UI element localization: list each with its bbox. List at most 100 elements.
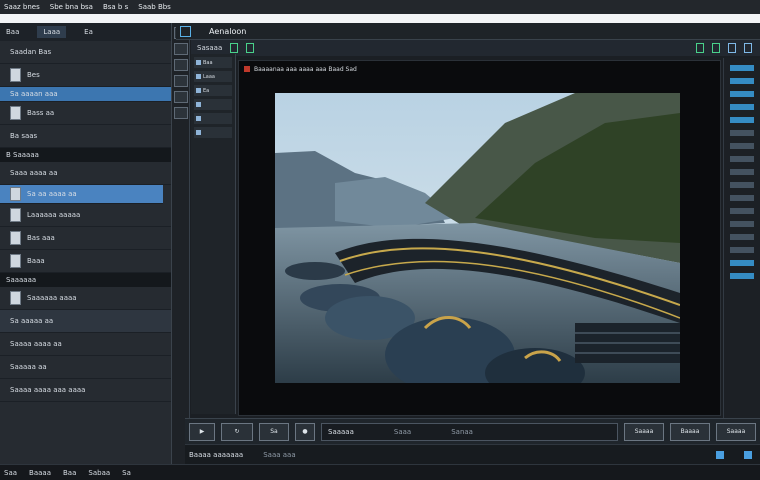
list-item[interactable]: Saaaa aaaa aa xyxy=(0,333,171,356)
list-item[interactable]: Saaaaa aa xyxy=(0,356,171,379)
rail-button[interactable] xyxy=(730,182,754,188)
thumbnail xyxy=(10,106,21,120)
menu-item-2[interactable]: Sbe bna bsa xyxy=(50,3,93,11)
nav-item-label: Ea xyxy=(203,87,210,94)
rail-button[interactable] xyxy=(730,78,754,84)
nav-item[interactable]: Laaa xyxy=(194,71,232,82)
rail-button[interactable] xyxy=(730,169,754,175)
rail-button[interactable] xyxy=(730,208,754,214)
rail-button[interactable] xyxy=(730,117,754,123)
tool-column xyxy=(172,23,190,464)
list-item-label: Saaaa aaaa aaa aaaa xyxy=(10,386,86,394)
nav-item-label: Laaa xyxy=(203,73,215,80)
bottom-item[interactable]: Baa xyxy=(63,469,76,477)
toggle-icon[interactable] xyxy=(744,43,752,53)
status-left: Baaaa aaaaaaa xyxy=(189,450,244,459)
list-item[interactable]: Saaaa aaaa aaa aaaa xyxy=(0,379,171,402)
rail-button[interactable] xyxy=(730,91,754,97)
control-button[interactable]: Saaaa xyxy=(624,422,664,441)
bottom-item[interactable]: Baaaa xyxy=(29,469,51,477)
tool-icon[interactable] xyxy=(173,75,188,87)
list-item-label: Laaaaaa aaaaa xyxy=(27,211,81,219)
rail-button[interactable] xyxy=(730,104,754,110)
toggle-icon[interactable] xyxy=(696,43,704,53)
nav-icon xyxy=(196,116,201,121)
list-item-label: Saaaaa aa xyxy=(10,363,47,371)
list-item[interactable]: Bas aaa xyxy=(0,227,171,250)
timeline-bar[interactable]: Saaaaa Saaa Sanaa xyxy=(321,422,618,441)
editor-tab-row: Aenaloon xyxy=(176,23,760,40)
nav-item[interactable] xyxy=(194,113,232,124)
tab-3[interactable]: Ea xyxy=(84,28,93,36)
rail-button[interactable] xyxy=(730,247,754,253)
list-item[interactable]: Bass aa xyxy=(0,102,171,125)
rail-button[interactable] xyxy=(730,65,754,71)
bottom-item[interactable]: Sabaa xyxy=(88,469,110,477)
toggle-icon[interactable] xyxy=(712,43,720,53)
rail-button[interactable] xyxy=(730,273,754,279)
marker-button[interactable]: ● xyxy=(295,422,315,441)
list-item-label: Saaa aaaa aa xyxy=(10,169,58,177)
rail-button[interactable] xyxy=(730,143,754,149)
rail-button[interactable] xyxy=(730,260,754,266)
status-icon[interactable] xyxy=(716,450,724,459)
list-item[interactable]: Saadan Bas xyxy=(0,41,171,64)
nav-item[interactable]: Baa xyxy=(194,57,232,68)
nav-item-label: Baa xyxy=(203,59,213,66)
toggle-icon[interactable] xyxy=(246,43,255,53)
bottom-bar: Saa Baaaa Baa Sabaa Sa xyxy=(0,464,760,480)
bottom-item[interactable]: Sa xyxy=(122,469,131,477)
list-item[interactable]: Saaa aaaa aa xyxy=(0,162,171,185)
list-item[interactable]: Baaa xyxy=(0,250,171,273)
list-item[interactable]: Ba saas xyxy=(0,125,171,148)
tool-icon[interactable] xyxy=(173,43,188,55)
status-icon[interactable] xyxy=(744,450,752,459)
left-panel-tabs: Baa Laaa Ea xyxy=(0,23,171,41)
list-item-label: Sa aaaaa aa xyxy=(10,317,54,325)
tool-icon[interactable] xyxy=(173,59,188,71)
menu-bar: Saaz bnes Sbe bna bsa Bsa b s Saab Bbs xyxy=(0,0,760,14)
thumbnail xyxy=(10,208,21,222)
rail-button[interactable] xyxy=(730,195,754,201)
tab-1[interactable]: Baa xyxy=(6,28,19,36)
transport-bar: ▶ ↻ Sa ● Saaaaa Saaa Sanaa Saaaa Baaaa S… xyxy=(185,418,760,444)
nav-item[interactable] xyxy=(194,127,232,138)
tool-icon[interactable] xyxy=(173,91,188,103)
bottom-item[interactable]: Saa xyxy=(4,469,17,477)
panel-icon[interactable] xyxy=(180,25,191,37)
control-button[interactable]: Saaaa xyxy=(716,422,756,441)
list-item-selected[interactable]: Sa aaaan aaa xyxy=(0,87,171,102)
tool-icon[interactable] xyxy=(173,107,188,119)
preview-toolbar: Sasaaa xyxy=(191,40,760,56)
timeline-label: Sanaa xyxy=(451,427,473,436)
menu-item-3[interactable]: Bsa b s xyxy=(103,3,128,11)
segment-button[interactable]: Sa xyxy=(259,422,289,441)
nav-item[interactable] xyxy=(194,99,232,110)
menu-item-1[interactable]: Saaz bnes xyxy=(4,3,40,11)
control-button[interactable]: Baaaa xyxy=(670,422,710,441)
rail-button[interactable] xyxy=(730,156,754,162)
nav-icon xyxy=(196,60,201,65)
nav-icon xyxy=(196,130,201,135)
nav-item[interactable]: Ea xyxy=(194,85,232,96)
list-item-label: Saaaaaa aaaa xyxy=(27,294,77,302)
section-title: Saaaaaa xyxy=(6,276,37,284)
list-item-selected[interactable]: Sa aa aaaa aa xyxy=(0,185,163,204)
list-item[interactable]: Laaaaaa aaaaa xyxy=(0,204,171,227)
list-item-label: Bas aaa xyxy=(27,234,55,242)
toggle-icon[interactable] xyxy=(230,43,239,53)
toggle-icon[interactable] xyxy=(728,43,736,53)
list-item-label: Ba saas xyxy=(10,132,38,140)
list-item[interactable]: Sa aaaaa aa xyxy=(0,310,171,333)
list-item[interactable]: Bes xyxy=(0,64,171,87)
menu-item-4[interactable]: Saab Bbs xyxy=(138,3,171,11)
tab-2[interactable]: Laaa xyxy=(37,26,67,38)
list-item[interactable]: Saaaaaa aaaa xyxy=(0,287,171,310)
timeline-label: Saaa xyxy=(393,427,412,436)
rail-button[interactable] xyxy=(730,221,754,227)
loop-button[interactable]: ↻ xyxy=(221,422,253,441)
thumbnail xyxy=(10,187,21,201)
rail-button[interactable] xyxy=(730,234,754,240)
play-button[interactable]: ▶ xyxy=(189,422,215,441)
rail-button[interactable] xyxy=(730,130,754,136)
